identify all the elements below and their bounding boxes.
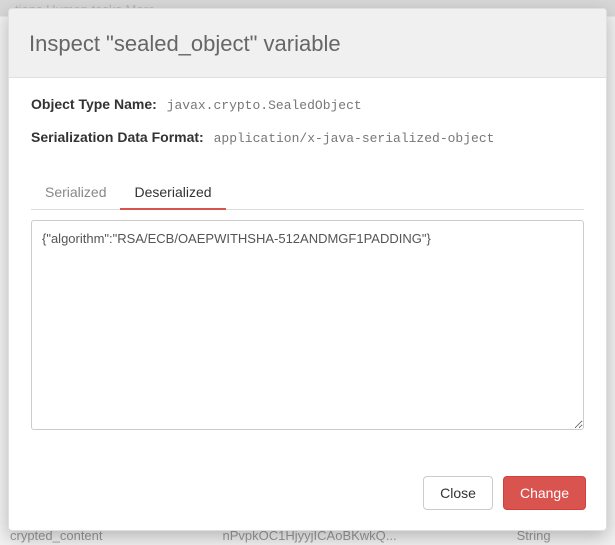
modal-footer: Close Change (9, 460, 606, 530)
inspect-variable-modal: Inspect "sealed_object" variable Object … (8, 8, 607, 531)
change-button[interactable]: Change (503, 476, 586, 510)
modal-body: Object Type Name: javax.crypto.SealedObj… (9, 78, 606, 460)
object-type-value: javax.crypto.SealedObject (167, 98, 362, 113)
tab-content-area (31, 220, 584, 450)
tab-serialized[interactable]: Serialized (31, 176, 120, 210)
tab-deserialized[interactable]: Deserialized (120, 176, 225, 210)
serialization-format-row: Serialization Data Format: application/x… (31, 129, 584, 146)
object-type-row: Object Type Name: javax.crypto.SealedObj… (31, 96, 584, 113)
modal-title: Inspect "sealed_object" variable (29, 31, 586, 57)
close-button[interactable]: Close (423, 476, 493, 510)
serialization-format-value: application/x-java-serialized-object (214, 131, 495, 146)
tab-bar: Serialized Deserialized (31, 176, 584, 210)
serialization-format-label: Serialization Data Format: (31, 129, 204, 145)
modal-header: Inspect "sealed_object" variable (9, 9, 606, 78)
object-type-label: Object Type Name: (31, 96, 157, 112)
deserialized-content-textarea[interactable] (31, 220, 584, 430)
